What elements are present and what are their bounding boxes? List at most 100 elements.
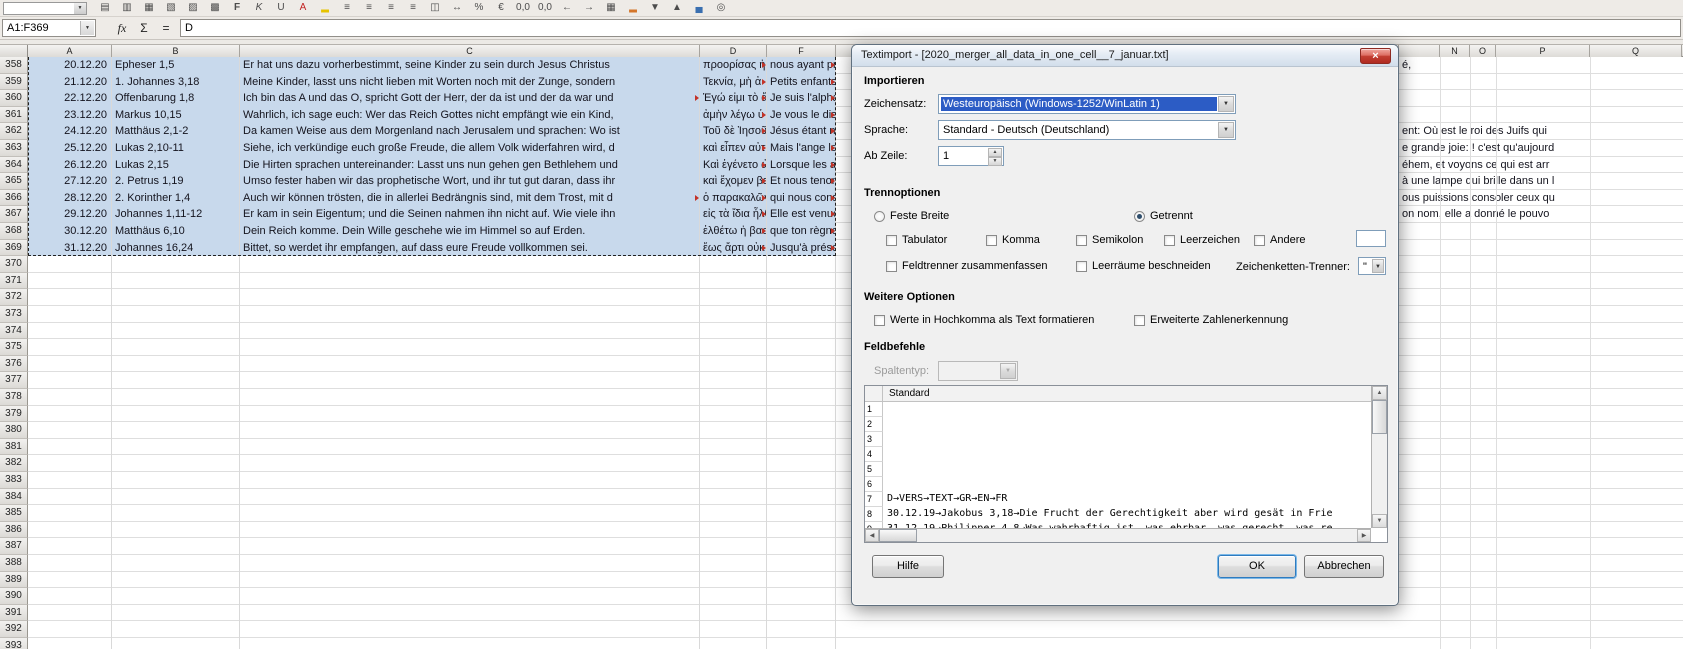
row-header-362[interactable]: 362 xyxy=(0,123,28,140)
print-icon[interactable]: ▧ xyxy=(163,1,179,15)
cell-B360[interactable]: Offenbarung 1,8 xyxy=(112,90,240,107)
cell-F365[interactable]: Et nous tenons xyxy=(767,173,836,190)
radio-getrennt[interactable]: Getrennt xyxy=(1134,209,1193,223)
close-button[interactable]: × xyxy=(1360,48,1391,64)
cell-D374[interactable] xyxy=(700,323,767,340)
cell-B393[interactable] xyxy=(112,638,240,649)
cell-F371[interactable] xyxy=(767,273,836,290)
row-header-377[interactable]: 377 xyxy=(0,372,28,389)
scroll-left-icon[interactable]: ◀ xyxy=(865,529,879,542)
cell-A381[interactable] xyxy=(28,439,112,456)
help-button[interactable]: Hilfe xyxy=(872,555,944,578)
cell-F369[interactable]: Jusqu'à présent xyxy=(767,240,836,257)
row-header-367[interactable]: 367 xyxy=(0,206,28,223)
cell-D375[interactable] xyxy=(700,339,767,356)
cell-A377[interactable] xyxy=(28,372,112,389)
cell-B367[interactable]: Johannes 1,11-12 xyxy=(112,206,240,223)
checkbox-erweiterte-zahlenerkennung[interactable]: Erweiterte Zahlenerkennung xyxy=(1134,313,1288,327)
cell-D367[interactable]: εἰς τὰ ἴδια ἦλθ xyxy=(700,206,767,223)
cell-F358[interactable]: nous ayant préde xyxy=(767,57,836,74)
cell-F390[interactable] xyxy=(767,588,836,605)
ok-button[interactable]: OK xyxy=(1218,555,1296,578)
cell-A389[interactable] xyxy=(28,572,112,589)
cell-B364[interactable]: Lukas 2,15 xyxy=(112,157,240,174)
cell-B383[interactable] xyxy=(112,472,240,489)
cell-C375[interactable] xyxy=(240,339,700,356)
cell-D361[interactable]: ἀμὴν λέγω ὑ xyxy=(700,107,767,124)
cell-D358[interactable]: προορίσας ἡ xyxy=(700,57,767,74)
cell-A370[interactable] xyxy=(28,256,112,273)
cell-D373[interactable] xyxy=(700,306,767,323)
cell-C362[interactable]: Da kamen Weise aus dem Morgenland nach J… xyxy=(240,123,700,140)
cell-D376[interactable] xyxy=(700,356,767,373)
row-header-366[interactable]: 366 xyxy=(0,190,28,207)
cell-D365[interactable]: καὶ ἔχομεν βε xyxy=(700,173,767,190)
cell-B384[interactable] xyxy=(112,489,240,506)
cell-A366[interactable]: 28.12.20 xyxy=(28,190,112,207)
cell-C370[interactable] xyxy=(240,256,700,273)
cell-D364[interactable]: Καὶ ἐγένετο ὡ xyxy=(700,157,767,174)
cell-F370[interactable] xyxy=(767,256,836,273)
cell-D384[interactable] xyxy=(700,489,767,506)
cell-A362[interactable]: 24.12.20 xyxy=(28,123,112,140)
row-header-381[interactable]: 381 xyxy=(0,439,28,456)
cell-B358[interactable]: Epheser 1,5 xyxy=(112,57,240,74)
cell-C366[interactable]: Auch wir können trösten, die in allerlei… xyxy=(240,190,700,207)
cell-A369[interactable]: 31.12.20 xyxy=(28,240,112,257)
row-header-360[interactable]: 360 xyxy=(0,90,28,107)
row-header-382[interactable]: 382 xyxy=(0,455,28,472)
cell-A392[interactable] xyxy=(28,621,112,638)
row-header-374[interactable]: 374 xyxy=(0,323,28,340)
cell-F377[interactable] xyxy=(767,372,836,389)
row-header-370[interactable]: 370 xyxy=(0,256,28,273)
cell-A371[interactable] xyxy=(28,273,112,290)
italic-icon[interactable]: K xyxy=(251,1,267,15)
cell-C389[interactable] xyxy=(240,572,700,589)
cell-B385[interactable] xyxy=(112,505,240,522)
checkbox-semikolon[interactable]: Semikolon xyxy=(1076,233,1143,247)
cell-F387[interactable] xyxy=(767,538,836,555)
cell-F389[interactable] xyxy=(767,572,836,589)
cell-B386[interactable] xyxy=(112,522,240,539)
cell-D371[interactable] xyxy=(700,273,767,290)
cell-D385[interactable] xyxy=(700,505,767,522)
cell-F379[interactable] xyxy=(767,406,836,423)
cell-D388[interactable] xyxy=(700,555,767,572)
cell-B382[interactable] xyxy=(112,455,240,472)
chevron-down-icon[interactable]: ▼ xyxy=(1372,259,1384,273)
cell-A386[interactable] xyxy=(28,522,112,539)
row-header-376[interactable]: 376 xyxy=(0,356,28,373)
cell-B369[interactable]: Johannes 16,24 xyxy=(112,240,240,257)
cell-F359[interactable]: Petits enfants, xyxy=(767,74,836,91)
row-header-375[interactable]: 375 xyxy=(0,339,28,356)
row-header-361[interactable]: 361 xyxy=(0,107,28,124)
from-row-spinner[interactable]: 1 ▲ ▼ xyxy=(938,146,1004,166)
cell-B366[interactable]: 2. Korinther 1,4 xyxy=(112,190,240,207)
cell-F375[interactable] xyxy=(767,339,836,356)
cell-A388[interactable] xyxy=(28,555,112,572)
sort-descending-icon[interactable]: ▲ xyxy=(669,1,685,15)
scroll-right-icon[interactable]: ▶ xyxy=(1357,529,1371,542)
cell-F360[interactable]: Je suis l'alpha xyxy=(767,90,836,107)
cancel-button[interactable]: Abbrechen xyxy=(1304,555,1384,578)
string-delimiter-select[interactable]: " ▼ xyxy=(1358,257,1386,275)
wrap-text-icon[interactable]: ↔ xyxy=(449,1,465,15)
cell-C367[interactable]: Er kam in sein Eigentum; und die Seinen … xyxy=(240,206,700,223)
chevron-down-icon[interactable]: ▼ xyxy=(80,21,94,35)
cell-F380[interactable] xyxy=(767,422,836,439)
preview-table[interactable]: Standard 1234567D→VERS→TEXT→GR→EN→FR830.… xyxy=(864,385,1388,543)
cell-D370[interactable] xyxy=(700,256,767,273)
row-header-369[interactable]: 369 xyxy=(0,240,28,257)
checkbox-andere[interactable]: Andere xyxy=(1254,233,1305,247)
cell-C390[interactable] xyxy=(240,588,700,605)
indent-increase-icon[interactable]: → xyxy=(581,1,597,15)
cell-B388[interactable] xyxy=(112,555,240,572)
function-wizard-button[interactable]: fx xyxy=(112,19,132,37)
row-header-389[interactable]: 389 xyxy=(0,572,28,589)
cell-D378[interactable] xyxy=(700,389,767,406)
cell-A365[interactable]: 27.12.20 xyxy=(28,173,112,190)
cell-F376[interactable] xyxy=(767,356,836,373)
chart-icon[interactable]: ▄ xyxy=(691,1,707,15)
cell-C383[interactable] xyxy=(240,472,700,489)
cell-D381[interactable] xyxy=(700,439,767,456)
